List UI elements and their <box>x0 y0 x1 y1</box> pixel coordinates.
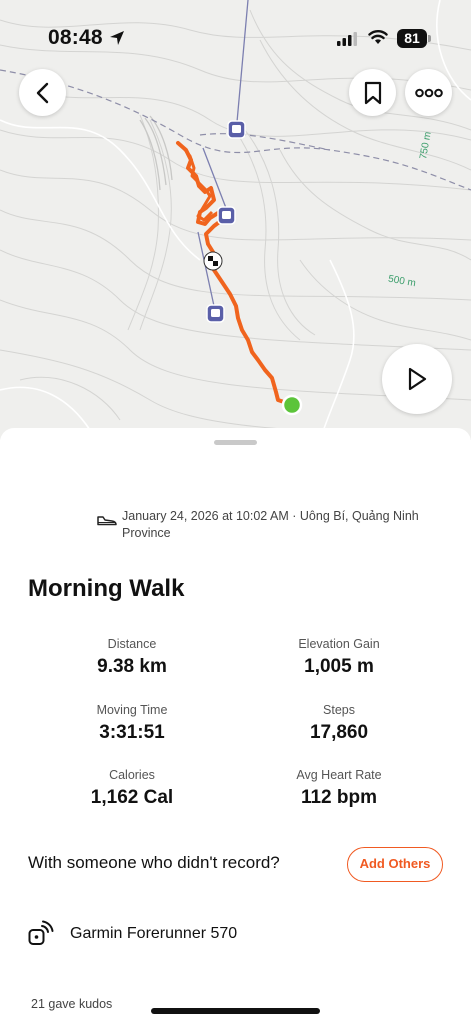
start-marker <box>281 394 303 416</box>
stat-label: Moving Time <box>96 703 168 717</box>
clock: 08:48 <box>48 26 103 49</box>
stat-value: 112 bpm <box>300 787 378 808</box>
wifi-icon <box>368 30 388 44</box>
stat-steps: Steps 17,860 <box>239 703 439 744</box>
stat-calories: Calories 1,162 Cal <box>32 768 232 809</box>
activity-map[interactable]: 750 m 500 m 08:48 81 <box>0 0 471 440</box>
device-name[interactable]: Garmin Forerunner 570 <box>70 925 237 943</box>
stat-distance: Distance 9.38 km <box>32 637 232 678</box>
play-icon <box>408 367 427 391</box>
stat-label: Distance <box>107 637 157 651</box>
stat-value: 17,860 <box>309 722 369 743</box>
date-location: January 24, 2026 at 10:02 AM · Uông Bí, … <box>122 509 419 540</box>
stat-label: Calories <box>109 768 155 782</box>
gondola-icon <box>206 304 225 323</box>
kudos-count[interactable]: 21 gave kudos <box>31 997 112 1011</box>
stat-value: 1,162 Cal <box>90 787 174 808</box>
cellular-signal-icon <box>337 32 357 46</box>
location-arrow-icon <box>110 31 124 45</box>
battery-tip <box>428 35 431 42</box>
stat-elevation-gain: Elevation Gain 1,005 m <box>239 637 439 678</box>
stat-label: Avg Heart Rate <box>296 768 382 782</box>
stat-moving-time: Moving Time 3:31:51 <box>32 703 232 744</box>
save-route-button[interactable] <box>349 69 396 116</box>
activity-title: Morning Walk <box>28 575 185 602</box>
chevron-left-icon <box>36 82 48 103</box>
status-bar: 08:48 81 <box>0 0 471 70</box>
stat-label: Steps <box>323 703 355 717</box>
add-others-button[interactable]: Add Others <box>347 847 443 882</box>
back-button[interactable] <box>19 69 66 116</box>
device-watch-icon <box>28 920 54 945</box>
finish-flag-icon <box>203 251 223 271</box>
stat-label: Elevation Gain <box>298 637 380 651</box>
battery-indicator: 81 <box>397 29 427 48</box>
stat-value: 3:31:51 <box>99 722 165 743</box>
stat-value: 9.38 km <box>97 656 167 677</box>
with-someone-prompt: With someone who didn't record? <box>28 853 280 872</box>
shoe-icon <box>97 516 117 526</box>
sheet-drag-handle[interactable] <box>214 440 257 445</box>
gondola-icon <box>227 120 246 139</box>
stat-value: 1,005 m <box>304 656 374 677</box>
activity-details-sheet[interactable]: January 24, 2026 at 10:02 AM · Uông Bí, … <box>0 428 471 1024</box>
more-icon <box>414 88 443 97</box>
gondola-icon <box>217 206 236 225</box>
more-options-button[interactable] <box>405 69 452 116</box>
stat-avg-heart-rate: Avg Heart Rate 112 bpm <box>239 768 439 809</box>
bookmark-icon <box>364 81 381 104</box>
flyover-play-button[interactable] <box>382 344 452 414</box>
home-indicator <box>151 1008 320 1014</box>
